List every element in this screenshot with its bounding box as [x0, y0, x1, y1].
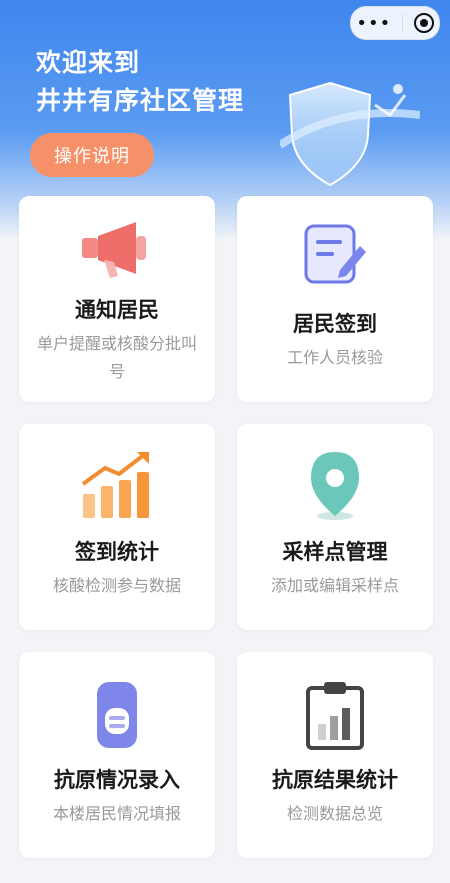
form-edit-icon: [304, 224, 366, 284]
clipboard-chart-icon: [306, 682, 364, 750]
bar-chart-trend-icon: [81, 452, 149, 518]
card-title: 抗原结果统计: [272, 768, 398, 792]
capsule-divider: [401, 14, 403, 32]
welcome-text: 欢迎来到 井井有序社区管理: [36, 44, 244, 120]
card-checkin-stats[interactable]: 签到统计 核酸检测参与数据: [19, 424, 215, 630]
welcome-line-1: 欢迎来到: [36, 48, 141, 77]
card-antigen-stats[interactable]: 抗原结果统计 检测数据总览: [237, 652, 433, 858]
card-subtitle: 检测数据总览: [286, 804, 383, 823]
card-title: 签到统计: [75, 540, 159, 564]
card-antigen-entry[interactable]: 抗原情况录入 本楼居民情况填报: [19, 652, 215, 858]
card-subtitle: 核酸检测参与数据: [52, 576, 181, 595]
card-subtitle: 工作人员核验: [286, 348, 383, 367]
location-pin-icon: [311, 452, 359, 520]
mini-program-capsule: •••: [350, 6, 440, 40]
card-notify-residents[interactable]: 通知居民 单户提醒或核酸分批叫号: [19, 196, 215, 402]
card-sampling-point-mgmt[interactable]: 采样点管理 添加或编辑采样点: [237, 424, 433, 630]
card-subtitle: 单户提醒或核酸分批叫号: [36, 334, 197, 381]
megaphone-icon: [82, 222, 146, 278]
card-title: 居民签到: [293, 312, 377, 336]
help-button[interactable]: 操作说明: [30, 133, 154, 177]
card-subtitle: 本楼居民情况填报: [52, 804, 181, 823]
welcome-line-2: 井井有序社区管理: [36, 86, 245, 115]
antigen-test-icon: [97, 682, 137, 748]
card-title: 采样点管理: [282, 540, 388, 564]
card-resident-checkin[interactable]: 居民签到 工作人员核验: [237, 196, 433, 402]
shield-illustration: [280, 81, 420, 187]
card-title: 抗原情况录入: [54, 768, 180, 792]
card-title: 通知居民: [75, 298, 159, 322]
target-circle-icon[interactable]: [413, 13, 434, 33]
card-subtitle: 添加或编辑采样点: [270, 576, 399, 595]
more-dots-icon[interactable]: •••: [356, 13, 391, 34]
